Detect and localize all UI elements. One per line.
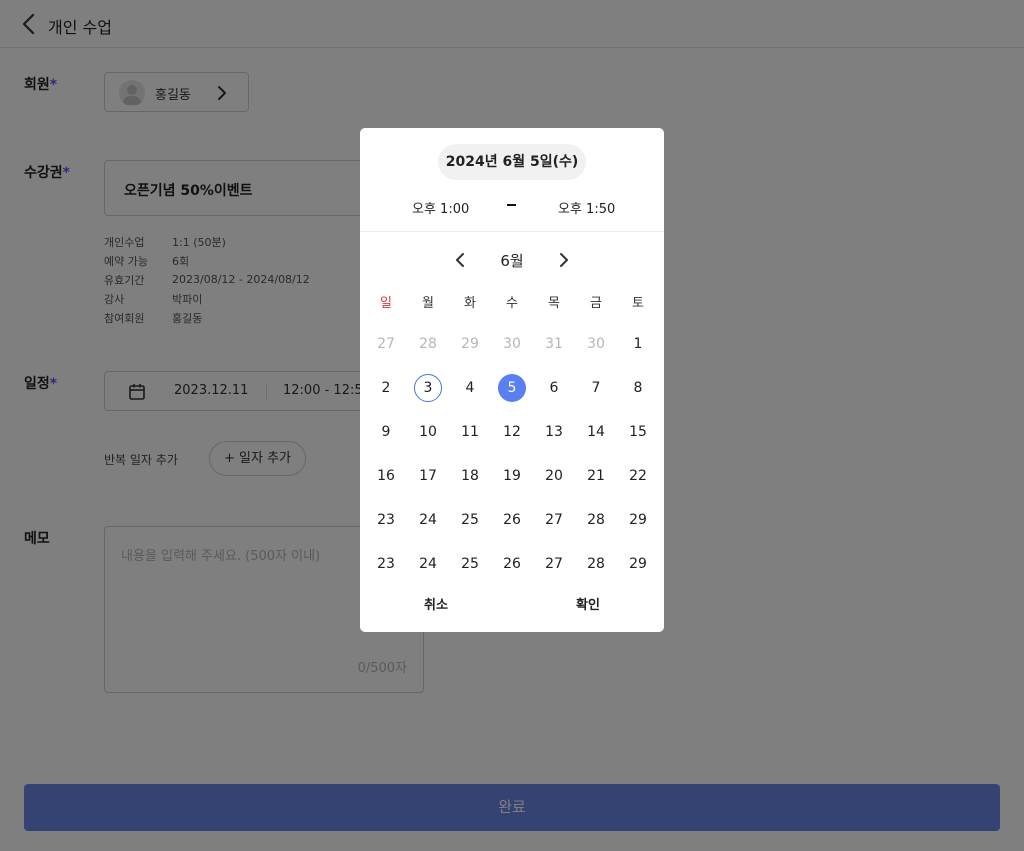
chevron-right-icon <box>560 253 568 267</box>
start-time[interactable]: 오후 1:00 <box>412 198 469 217</box>
time-dash <box>507 204 516 206</box>
calendar-day[interactable]: 12 <box>498 418 526 446</box>
weekday-label: 목 <box>548 296 560 311</box>
calendar-day[interactable]: 26 <box>498 550 526 578</box>
calendar-day[interactable]: 24 <box>414 506 442 534</box>
calendar-day[interactable]: 25 <box>456 550 484 578</box>
calendar-day[interactable]: 27 <box>540 506 568 534</box>
calendar-day[interactable]: 16 <box>372 462 400 490</box>
cancel-button[interactable]: 취소 <box>404 594 468 618</box>
calendar-day[interactable]: 17 <box>414 462 442 490</box>
calendar-day[interactable]: 28 <box>582 506 610 534</box>
calendar-day[interactable]: 31 <box>540 330 568 358</box>
calendar-day[interactable]: 20 <box>540 462 568 490</box>
calendar-day[interactable]: 23 <box>372 550 400 578</box>
end-time[interactable]: 오후 1:50 <box>558 198 615 217</box>
next-month-button[interactable] <box>556 251 572 269</box>
calendar-day[interactable]: 27 <box>540 550 568 578</box>
calendar-day[interactable]: 3 <box>414 374 442 402</box>
date-picker-modal: 2024년 6월 5일(수) 오후 1:00 오후 1:50 6월 일 월 화 수 목 금… <box>360 128 664 632</box>
calendar-day[interactable]: 30 <box>582 330 610 358</box>
calendar-day[interactable]: 10 <box>414 418 442 446</box>
confirm-button[interactable]: 확인 <box>556 594 620 618</box>
calendar-day[interactable]: 6 <box>540 374 568 402</box>
weekday-label: 화 <box>464 296 476 311</box>
calendar-day[interactable]: 11 <box>456 418 484 446</box>
calendar-day[interactable]: 14 <box>582 418 610 446</box>
calendar-day[interactable]: 24 <box>414 550 442 578</box>
weekday-label: 월 <box>422 296 434 311</box>
prev-month-button[interactable] <box>452 251 468 269</box>
calendar-day[interactable]: 2 <box>372 374 400 402</box>
calendar-day[interactable]: 19 <box>498 462 526 490</box>
calendar-day[interactable]: 26 <box>498 506 526 534</box>
calendar-day[interactable]: 15 <box>624 418 652 446</box>
weekday-label: 일 <box>380 296 392 311</box>
calendar-day[interactable]: 21 <box>582 462 610 490</box>
calendar-day[interactable]: 29 <box>624 506 652 534</box>
weekday-label: 토 <box>632 296 644 311</box>
calendar-day[interactable]: 28 <box>414 330 442 358</box>
calendar-day[interactable]: 8 <box>624 374 652 402</box>
calendar-day[interactable]: 9 <box>372 418 400 446</box>
calendar-day[interactable]: 4 <box>456 374 484 402</box>
weekday-label: 금 <box>590 296 602 311</box>
selected-date-display[interactable]: 2024년 6월 5일(수) <box>438 144 586 180</box>
calendar-day[interactable]: 5 <box>498 374 526 402</box>
calendar-day[interactable]: 22 <box>624 462 652 490</box>
calendar-day[interactable]: 23 <box>372 506 400 534</box>
calendar-day[interactable]: 30 <box>498 330 526 358</box>
calendar-day[interactable]: 7 <box>582 374 610 402</box>
weekday-label: 수 <box>506 296 518 311</box>
month-label: 6월 <box>500 252 524 270</box>
calendar-day[interactable]: 25 <box>456 506 484 534</box>
calendar-day[interactable]: 1 <box>624 330 652 358</box>
calendar-day[interactable]: 29 <box>624 550 652 578</box>
divider <box>360 231 664 232</box>
calendar-day[interactable]: 13 <box>540 418 568 446</box>
calendar-day[interactable]: 28 <box>582 550 610 578</box>
calendar-day[interactable]: 18 <box>456 462 484 490</box>
calendar-day[interactable]: 29 <box>456 330 484 358</box>
chevron-left-icon <box>456 253 464 267</box>
calendar-day[interactable]: 27 <box>372 330 400 358</box>
